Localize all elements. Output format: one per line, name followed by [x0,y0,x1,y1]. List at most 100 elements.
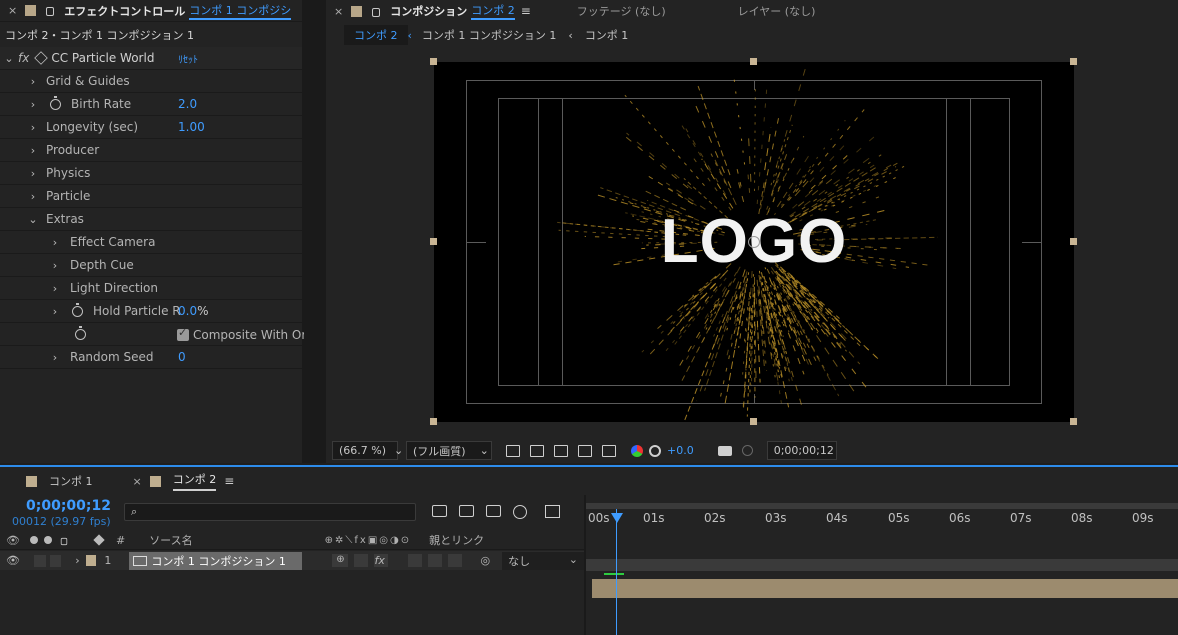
label-color-swatch[interactable] [85,555,97,566]
transform-handle[interactable] [430,418,437,425]
zoom-select[interactable]: (66.7 %) ⌄ [332,441,403,460]
audio-toggle[interactable] [33,554,46,567]
fast-previews-icon[interactable] [602,444,616,457]
property-random-seed[interactable]: › Random Seed 0 [0,346,302,369]
panel-menu-icon[interactable]: ≡ [521,4,531,18]
expand-caret-icon[interactable]: › [28,75,38,88]
snapshot-region-icon[interactable] [506,444,520,457]
solo-icon[interactable] [43,536,52,544]
property-birth-rate[interactable]: › Birth Rate 2.0 [0,93,302,116]
collapse-caret-icon[interactable]: ⌄ [4,52,14,65]
expand-caret-icon[interactable]: › [28,98,38,111]
timeline-tab-comp1[interactable]: コンポ 1 [49,473,93,489]
panel-divider[interactable] [304,0,326,463]
comp-flowchart-icon[interactable] [432,505,447,517]
nav-item[interactable]: コンポ 1 コンポジション 1 [422,27,557,43]
eye-icon[interactable]: 👁 [6,534,20,547]
parent-link-header[interactable]: 親とリンク [429,532,484,548]
expand-caret-icon[interactable]: › [28,121,38,134]
motion-blur-switch[interactable] [428,554,443,567]
playhead-handle[interactable] [611,513,623,523]
property-extras[interactable]: ⌄ Extras [0,208,302,231]
show-snapshot-icon[interactable] [741,445,753,456]
nav-item-current[interactable]: コンポ 2 [344,25,408,45]
source-name-header[interactable]: ソース名 [149,532,192,548]
pickwhip-icon[interactable]: ◎ [480,554,490,567]
safe-margins-icon[interactable] [578,444,592,457]
close-tab-button[interactable]: × [334,5,343,18]
lock-icon[interactable] [372,7,381,17]
transform-handle[interactable] [430,58,437,65]
comp-tab-target[interactable]: コンポ 2 [471,2,515,20]
audio-icon[interactable] [29,536,38,544]
transform-handle[interactable] [1070,58,1077,65]
frame-blending-icon[interactable] [486,505,501,517]
property-light-direction[interactable]: › Light Direction [0,277,302,300]
layer-name-cell[interactable]: コンポ 1 コンポジション 1 [129,551,303,570]
expand-caret-icon[interactable]: › [28,144,38,157]
effect-tab-title[interactable]: エフェクトコントロール [64,3,185,19]
property-producer[interactable]: › Producer [0,139,302,162]
transform-handle[interactable] [1070,418,1077,425]
expand-caret-icon[interactable]: › [75,554,79,567]
label-tag-icon[interactable] [93,534,105,546]
expand-caret-icon[interactable]: › [50,351,60,364]
comp-tab-title[interactable]: コンポジション [390,3,467,19]
timeline-divider[interactable] [584,495,586,635]
exposure-value[interactable]: +0.0 [667,444,694,457]
anchor-point-icon[interactable] [748,236,760,248]
quality-switch[interactable] [354,554,369,567]
expand-caret-icon[interactable]: › [28,190,38,203]
comp-viewer[interactable]: LOGO [326,48,1178,436]
property-value[interactable]: 0.0 [178,304,197,318]
3d-switch[interactable] [448,554,463,567]
reset-link[interactable]: ﾘｾｯﾄ [178,51,198,66]
property-value[interactable]: 1.00 [178,120,205,134]
property-effect-camera[interactable]: › Effect Camera [0,231,302,254]
lock-icon[interactable] [46,7,55,16]
property-longevity[interactable]: › Longevity (sec) 1.00 [0,116,302,139]
resolution-select[interactable]: (フル画質) ⌄ [406,441,492,460]
layer-duration-bar[interactable] [592,579,1178,598]
expand-caret-icon[interactable]: › [28,167,38,180]
parent-select[interactable]: なし ⌄ [502,551,584,570]
expand-caret-icon[interactable]: › [50,259,60,272]
expand-caret-icon[interactable]: › [50,305,60,318]
effect-switch[interactable]: fx [374,554,389,567]
transform-handle[interactable] [750,58,757,65]
footage-tab[interactable]: フッテージ (なし) [577,3,666,19]
motion-blur-icon[interactable] [513,505,527,519]
eye-icon[interactable]: 👁 [6,554,20,567]
expand-caret-icon[interactable]: › [50,282,60,295]
stopwatch-icon[interactable] [50,95,61,110]
property-particle[interactable]: › Particle [0,185,302,208]
nav-item[interactable]: コンポ 1 [585,27,629,43]
mask-visibility-icon[interactable] [554,444,568,457]
comp-canvas[interactable]: LOGO [434,62,1074,422]
transparency-grid-icon[interactable] [530,444,544,457]
property-value[interactable]: 2.0 [178,97,197,111]
nav-arrow-icon[interactable]: ‹ [568,29,572,42]
panel-menu-icon[interactable]: ≡ [224,474,234,488]
fx-icon[interactable]: fx [18,51,29,65]
layer-row[interactable]: 👁 › 1 コンポ 1 コンポジション 1 ⊕ fx ◎ なし ⌄ [0,551,584,570]
blend-switch[interactable] [408,554,423,567]
composite-checkbox[interactable] [177,326,189,341]
nav-arrow-icon[interactable]: ‹ [408,29,412,42]
work-area-bar[interactable] [586,503,1178,509]
collapse-switch[interactable]: ⊕ [332,554,349,567]
layer-search-input[interactable]: ⌕ [124,503,416,521]
transform-handle[interactable] [430,238,437,245]
layer-tab[interactable]: レイヤー (なし) [738,3,816,19]
close-tab-button[interactable]: × [8,4,17,17]
property-grid-guides[interactable]: › Grid & Guides [0,70,302,93]
effect-header-row[interactable]: ⌄ fx CC Particle World ﾘｾｯﾄ [0,47,302,70]
current-time-display[interactable]: 0;00;00;12 [26,498,111,514]
lock-icon[interactable] [60,537,68,545]
shy-layers-icon[interactable] [459,505,474,517]
transform-handle[interactable] [1070,238,1077,245]
effect-tab-target[interactable]: コンポ 1 コンポジシ [189,2,292,20]
property-value[interactable]: 0 [178,350,186,364]
solo-toggle[interactable] [49,554,62,567]
camera-icon[interactable] [717,445,732,456]
